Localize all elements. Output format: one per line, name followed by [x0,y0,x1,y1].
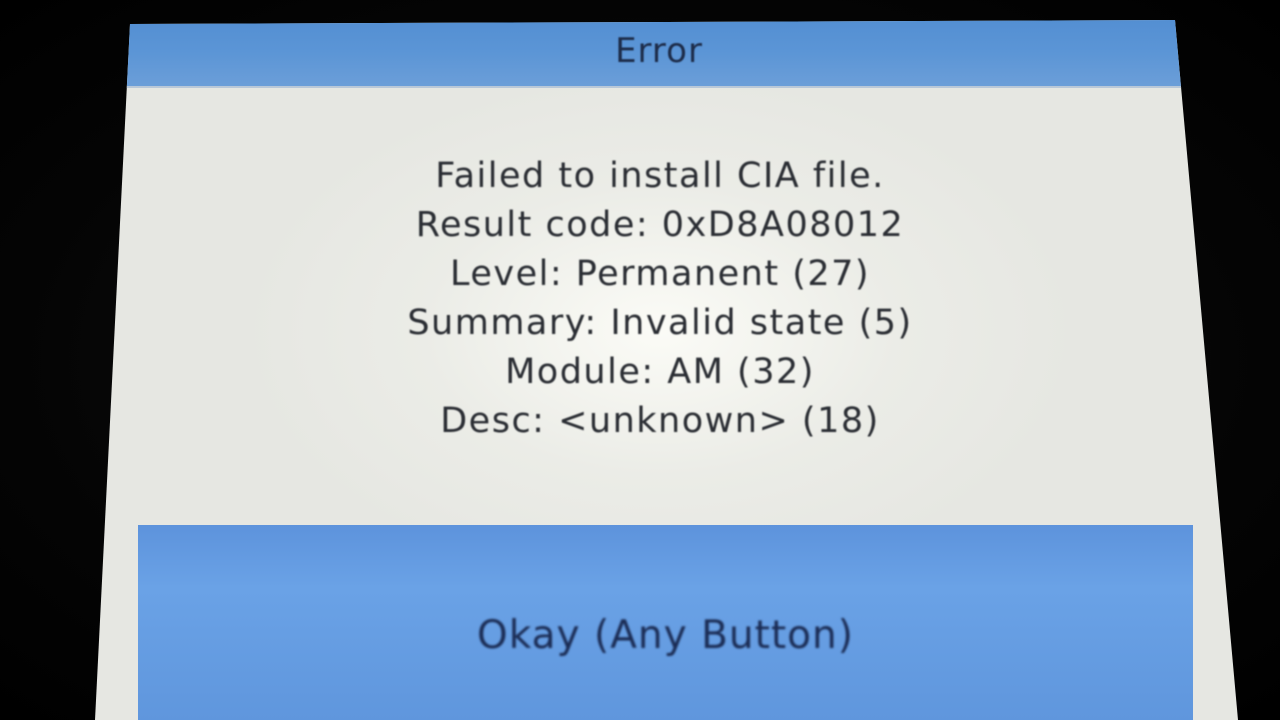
okay-button-label: Okay (Any Button) [477,613,854,658]
error-line-module: Module: AM (32) [505,352,815,392]
error-line-result-code: Result code: 0xD8A08012 [415,205,905,245]
error-line-failed: Failed to install CIA file. [435,156,885,196]
device-screen: Error Failed to install CIA file. Result… [95,20,1238,720]
error-message: Failed to install CIA file. Result code:… [300,152,1020,446]
okay-button[interactable]: Okay (Any Button) [138,525,1193,720]
error-line-summary: Summary: Invalid state (5) [407,303,913,343]
error-line-level: Level: Permanent (27) [449,254,871,294]
dialog-title: Error [615,31,703,71]
error-line-desc: Desc: <unknown> (18) [440,401,880,441]
